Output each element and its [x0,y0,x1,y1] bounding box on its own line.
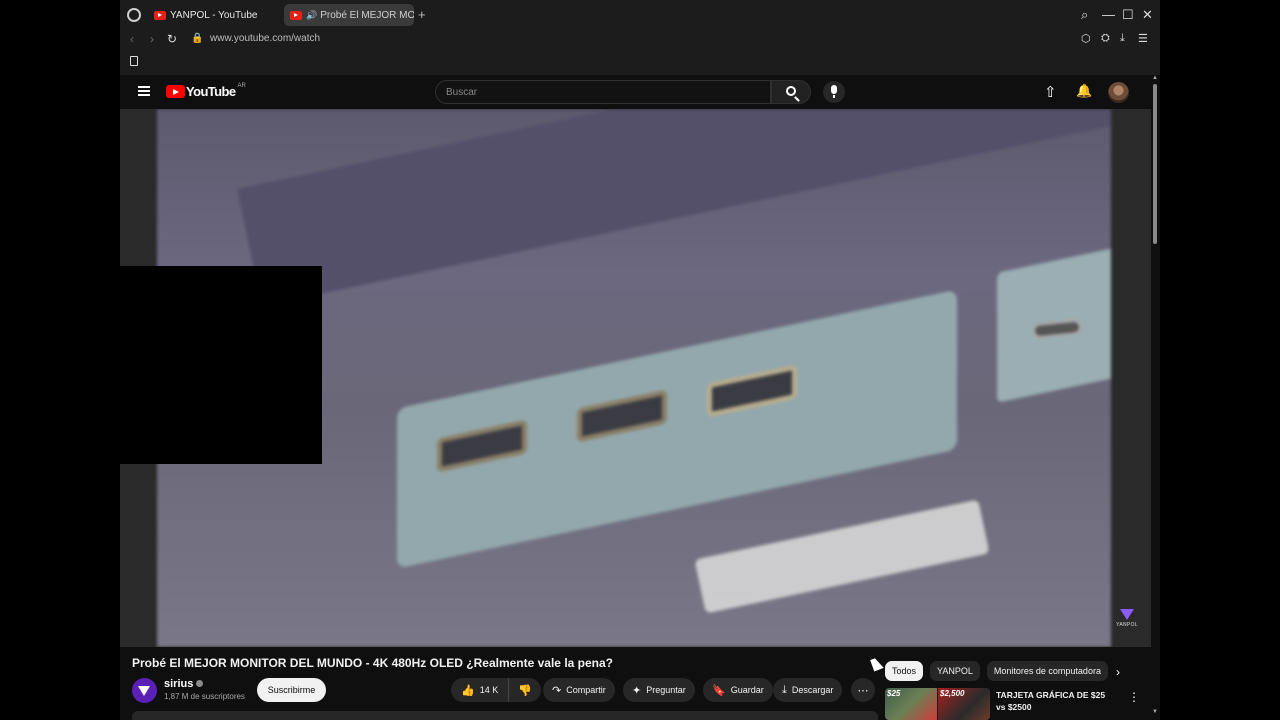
account-avatar[interactable] [1108,82,1129,103]
like-button[interactable]: 👍 14 K [451,678,509,702]
mouse-cursor [870,656,884,672]
search-input[interactable] [436,81,770,103]
youtube-play-icon [166,85,185,98]
upload-icon[interactable]: ⇧ [1044,83,1057,101]
voice-search-button[interactable] [823,81,845,103]
save-button[interactable]: 🔖 Guardar [703,678,773,702]
tab-label: Probé El MEJOR MONI [320,9,414,21]
bookmark-bar [120,50,1160,75]
chip-all[interactable]: Todos [885,661,924,681]
page-scrollbar[interactable]: ▲ ▼ [1151,75,1160,720]
channel-avatar[interactable] [132,678,157,703]
channel-name-text: sirius [164,678,194,690]
yanpol-logo-icon [1120,609,1134,620]
youtube-header: YouTube AR ⇧ 🔔 [120,75,1160,109]
scroll-down-icon[interactable]: ▼ [1152,709,1158,715]
watermark-text: YANPOL [1116,622,1138,628]
tab-yanpol[interactable]: YANPOL - YouTube [148,4,278,26]
share-label: Compartir [566,685,606,695]
scroll-up-icon[interactable]: ▲ [1152,75,1158,81]
minimize-button[interactable]: — [1102,6,1115,24]
maximize-button[interactable]: ☐ [1122,6,1134,24]
search-icon [786,86,796,96]
save-label: Guardar [730,685,764,695]
url-field[interactable]: www.youtube.com/watch [210,33,320,44]
share-arrow-icon: ↷ [552,684,562,697]
browser-logo-icon[interactable] [127,8,141,22]
forward-button[interactable]: › [150,32,154,46]
search-button[interactable] [771,80,811,104]
video-title: Probé El MEJOR MONITOR DEL MUNDO - 4K 48… [132,656,613,670]
address-bar: ‹ › ↻ 🔒 www.youtube.com/watch ⬡ ⛭ ⤓ ☰ [120,30,1160,50]
tab-label: YANPOL - YouTube [170,9,258,21]
description-box[interactable] [132,711,878,720]
recommendation-thumbnail[interactable]: $25 $2,500 [885,688,990,720]
lock-icon: 🔒 [191,33,204,44]
subscribe-button[interactable]: Suscribirme [257,678,326,702]
dislike-button[interactable]: 👎 [509,684,541,697]
thumb-price-right: $2,500 [940,689,965,698]
chip-yanpol[interactable]: YANPOL [930,661,980,681]
chip-monitors[interactable]: Monitores de computadora [986,661,1108,681]
download-button[interactable]: ⤓ Descargar [773,678,843,702]
tab-strip: YANPOL - YouTube 🔊 Probé El MEJOR MONI +… [120,0,1160,30]
channel-name[interactable]: sirius [164,678,204,690]
more-actions-button[interactable]: ⋯ [851,678,875,702]
country-code: AR [237,82,246,89]
youtube-wordmark: YouTube [186,84,236,99]
subscriber-count: 1,87 M de suscriptores [164,692,245,701]
downloads-icon[interactable]: ⤓ [1120,32,1125,45]
sparkle-icon: ✦ [632,684,642,697]
more-vertical-icon[interactable]: ⋮ [1128,690,1140,704]
thumbs-up-icon: 👍 [461,684,475,697]
thumb-price-left: $25 [887,689,901,698]
back-button[interactable]: ‹ [130,32,134,46]
profile-icon[interactable]: ⛭ [1101,32,1110,45]
scroll-thumb[interactable] [1153,84,1157,244]
recommendation-title[interactable]: TARJETA GRÁFICA DE $25 vs $2500 [996,689,1116,713]
like-count: 14 K [479,685,499,695]
extensions-icon[interactable]: ⬡ [1081,32,1091,45]
search-box [435,80,771,104]
ask-label: Preguntar [646,685,686,695]
search-tabs-icon[interactable]: ⌕ [1081,6,1088,24]
share-button[interactable]: ↷ Compartir [543,678,615,702]
verified-icon [196,680,204,687]
new-tab-button[interactable]: + [418,7,426,22]
channel-watermark[interactable]: YANPOL [1116,609,1138,628]
reload-button[interactable]: ↻ [167,32,177,46]
youtube-favicon-icon [154,10,166,20]
ask-button[interactable]: ✦ Preguntar [623,678,695,702]
microphone-icon [831,85,837,98]
blank-overlay [120,266,322,464]
hamburger-icon[interactable] [138,86,150,96]
monitor-bezel [237,109,1111,307]
page-icon[interactable] [130,56,138,66]
chevron-right-icon[interactable]: › [1116,665,1120,679]
speaker-icon[interactable]: 🔊 [306,10,317,21]
browser-window: YANPOL - YouTube 🔊 Probé El MEJOR MONI +… [120,0,1160,720]
monitor-label [694,499,990,614]
tab-active-video[interactable]: 🔊 Probé El MEJOR MONI [284,4,414,26]
notifications-icon[interactable]: 🔔 [1076,83,1092,99]
browser-menu-icon[interactable]: ☰ [1138,32,1148,45]
filter-chips: Todos YANPOL Monitores de computadora [885,661,1115,681]
thumbs-down-icon: 👎 [518,684,532,697]
youtube-favicon-icon [290,10,302,20]
bookmark-icon: 🔖 [712,684,726,697]
more-horizontal-icon: ⋯ [857,684,869,697]
video-player[interactable]: YANPOL [120,109,1151,647]
download-label: Descargar [791,685,834,695]
close-window-button[interactable]: ✕ [1142,6,1153,24]
like-dislike-group: 👍 14 K 👎 [451,678,541,702]
youtube-logo[interactable]: YouTube AR [166,82,246,99]
download-icon: ⤓ [782,683,787,696]
